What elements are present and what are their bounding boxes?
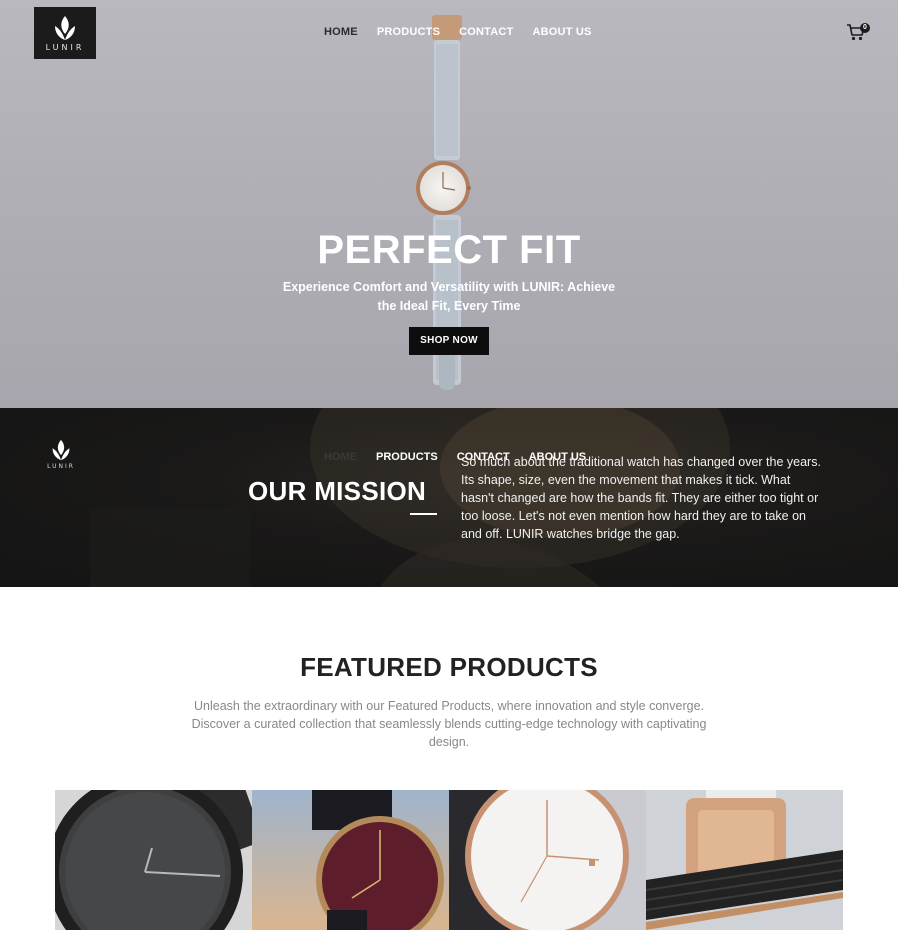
product-grid xyxy=(55,790,843,930)
mission-section: LUNIR HOME PRODUCTS CONTACT ABOUT US OUR… xyxy=(0,408,898,587)
leaf-logo-icon xyxy=(55,16,75,40)
nav-about-us[interactable]: ABOUT US xyxy=(533,26,592,38)
nav-contact[interactable]: CONTACT xyxy=(459,26,513,38)
featured-title: FEATURED PRODUCTS xyxy=(300,652,598,682)
burgundy-watch-image xyxy=(252,790,449,930)
product-card[interactable] xyxy=(646,790,843,930)
brand-logo-text: LUNIR xyxy=(45,43,85,52)
mission-logo-text: LUNIR xyxy=(47,463,75,470)
cart-count-badge: 0 xyxy=(860,23,870,33)
brand-logo[interactable]: LUNIR xyxy=(34,7,96,59)
nav-products-sticky[interactable]: PRODUCTS xyxy=(376,451,438,463)
white-rose-gold-watch-image xyxy=(449,790,646,930)
cart-button[interactable]: 0 xyxy=(846,22,870,44)
black-watch-image xyxy=(55,790,252,930)
leaf-logo-icon xyxy=(52,439,70,461)
mission-logo: LUNIR xyxy=(44,438,78,476)
hero-title: PERFECT FIT xyxy=(317,228,581,272)
mission-title: OUR MISSION xyxy=(248,476,427,506)
product-card[interactable] xyxy=(55,790,252,930)
nav-home-sticky[interactable]: HOME xyxy=(324,451,357,463)
nav-products[interactable]: PRODUCTS xyxy=(377,26,440,38)
main-nav: HOME PRODUCTS CONTACT ABOUT US xyxy=(324,26,611,38)
product-card[interactable] xyxy=(252,790,449,930)
hero-banner: LUNIR HOME PRODUCTS CONTACT ABOUT US 0 P… xyxy=(0,0,898,408)
featured-description: Unleash the extraordinary with our Featu… xyxy=(191,699,707,749)
shop-now-button[interactable]: SHOP NOW xyxy=(409,327,489,355)
hero-subtitle: Experience Comfort and Versatility with … xyxy=(282,280,616,313)
mission-text: So much about the traditional watch has … xyxy=(461,455,821,541)
nav-home[interactable]: HOME xyxy=(324,26,358,38)
product-card[interactable] xyxy=(449,790,646,930)
mission-divider xyxy=(410,513,437,515)
watch-band-clasp-image xyxy=(646,790,843,930)
